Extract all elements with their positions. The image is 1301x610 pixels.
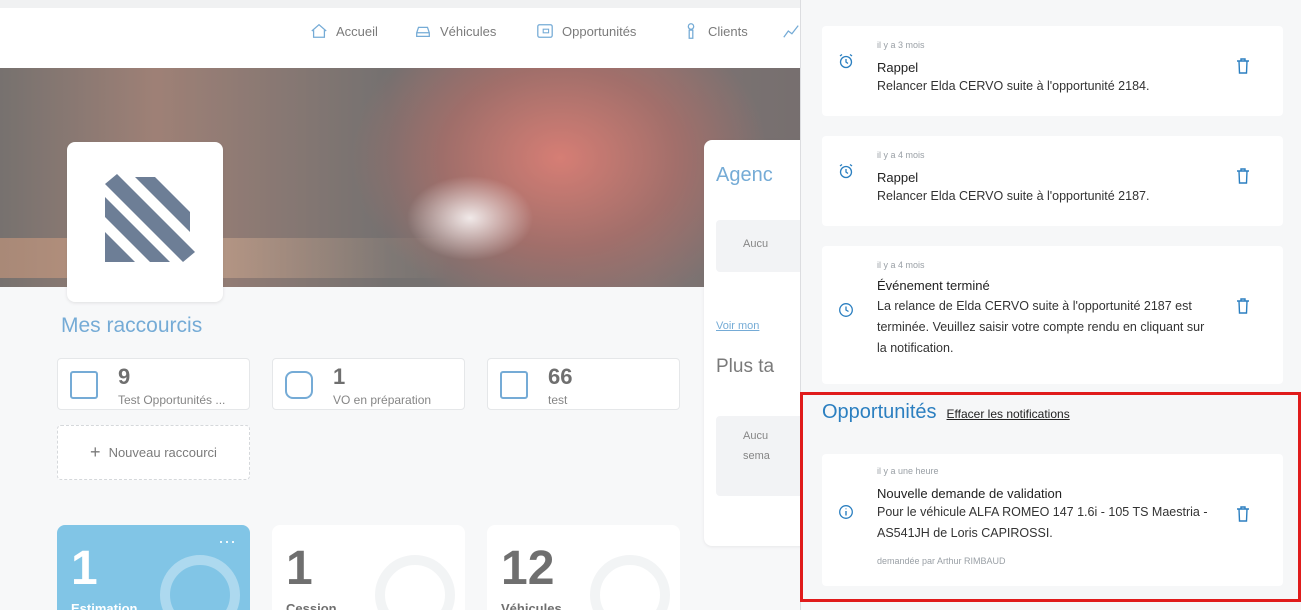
notification-body-line: terminée. Veuillez saisir votre compte r… <box>877 320 1205 334</box>
opportunities-title: Opportunités <box>822 401 937 423</box>
opportunities-section-header: Opportunités Effacer les notifications <box>822 401 1070 424</box>
trash-icon[interactable] <box>1236 168 1250 184</box>
notification-body-line: AS541JH de Loris CAPIROSSI. <box>877 526 1053 540</box>
notification-item[interactable]: il y a 4 mois Événement terminé La relan… <box>822 246 1283 384</box>
trash-icon[interactable] <box>1236 506 1250 522</box>
notification-body: Relancer Elda CERVO suite à l'opportunit… <box>877 189 1150 203</box>
notification-body: Pour le véhicule ALFA ROMEO 147 1.6i - 1… <box>877 502 1227 544</box>
notification-body-line: La relance de Elda CERVO suite à l'oppor… <box>877 299 1192 313</box>
alarm-clock-icon <box>839 163 853 179</box>
notification-requested-by: demandée par Arthur RIMBAUD <box>877 556 1006 566</box>
notification-time: il y a 4 mois <box>877 260 925 270</box>
trash-icon[interactable] <box>1236 298 1250 314</box>
notification-body: Relancer Elda CERVO suite à l'opportunit… <box>877 79 1150 93</box>
notification-title: Rappel <box>877 170 919 185</box>
notification-title: Rappel <box>877 60 919 75</box>
notification-body: La relance de Elda CERVO suite à l'oppor… <box>877 296 1222 359</box>
notifications-panel: il y a 3 mois Rappel Relancer Elda CERVO… <box>800 0 1301 610</box>
notification-item[interactable]: il y a une heure Nouvelle demande de val… <box>822 454 1283 586</box>
notification-body-line: Pour le véhicule ALFA ROMEO 147 1.6i - 1… <box>877 505 1208 519</box>
notification-time: il y a 3 mois <box>877 40 925 50</box>
trash-icon[interactable] <box>1236 58 1250 74</box>
notification-time: il y a une heure <box>877 466 939 476</box>
clear-notifications-link[interactable]: Effacer les notifications <box>947 407 1070 421</box>
notification-item[interactable]: il y a 3 mois Rappel Relancer Elda CERVO… <box>822 26 1283 116</box>
notification-title: Nouvelle demande de validation <box>877 486 1063 501</box>
modal-backdrop[interactable] <box>0 0 800 610</box>
notification-title: Événement terminé <box>877 278 990 293</box>
notification-body-line: la notification. <box>877 341 954 355</box>
notification-time: il y a 4 mois <box>877 150 925 160</box>
alarm-clock-icon <box>839 53 853 69</box>
clock-icon <box>839 303 853 317</box>
info-icon <box>839 505 853 519</box>
notification-item[interactable]: il y a 4 mois Rappel Relancer Elda CERVO… <box>822 136 1283 226</box>
